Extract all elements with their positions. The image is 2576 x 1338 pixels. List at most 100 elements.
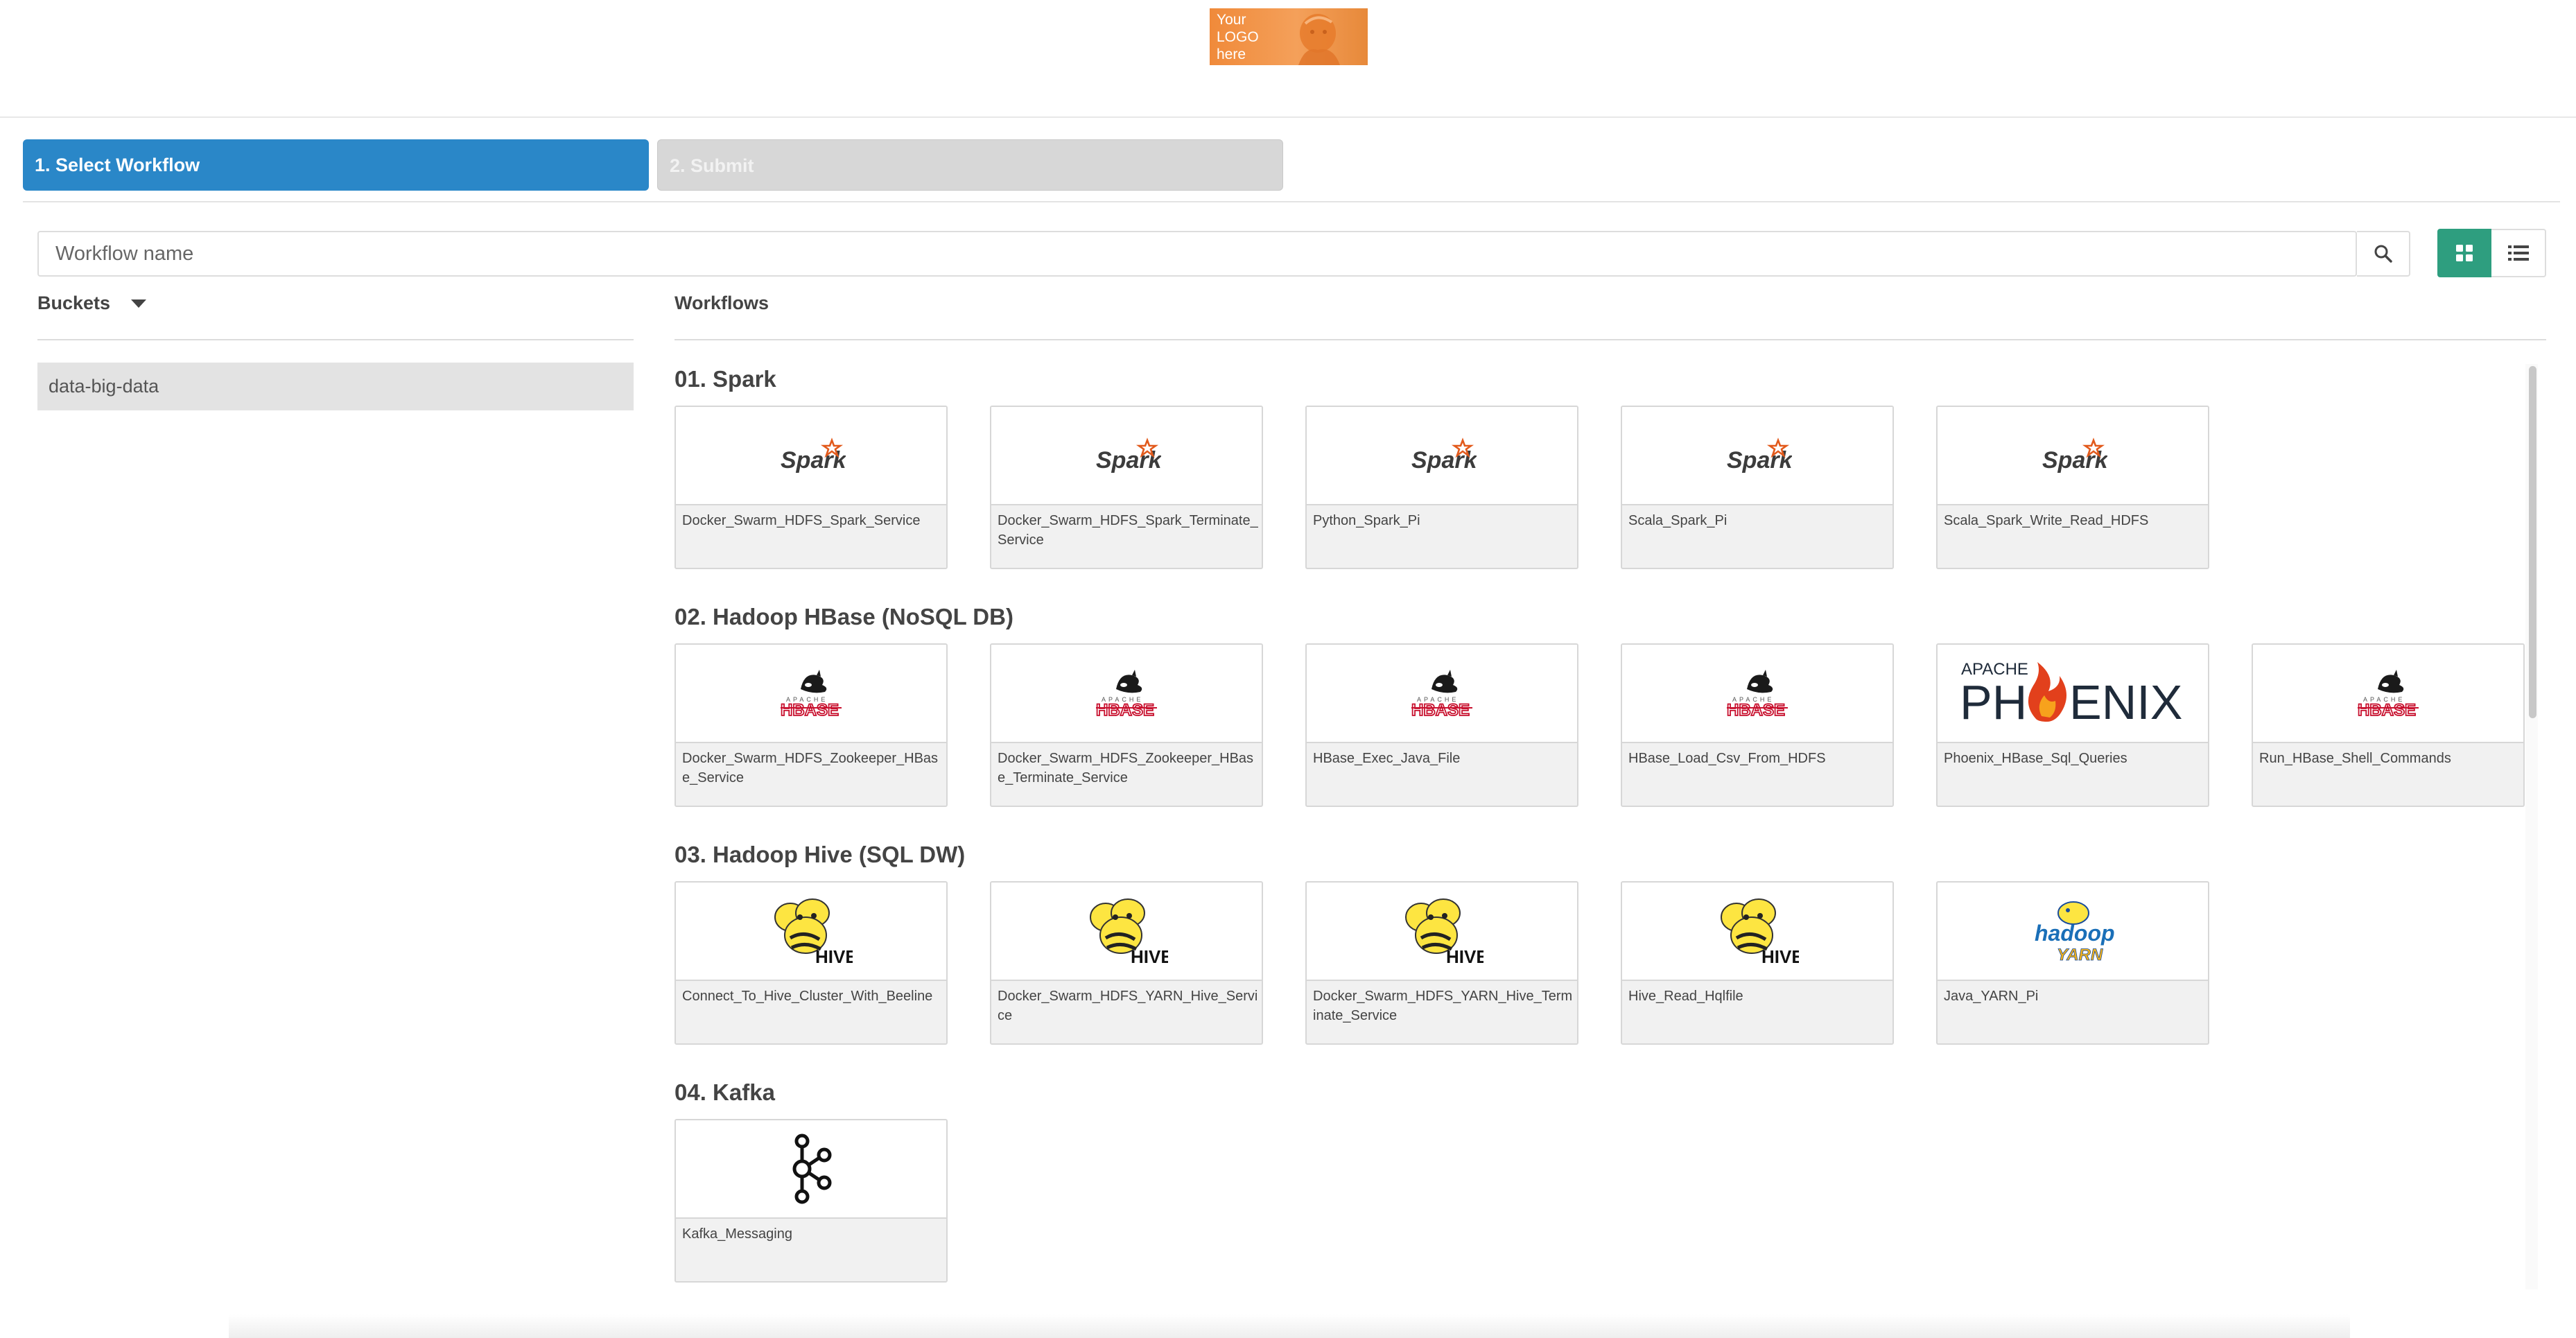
workflow-card-label: Scala_Spark_Write_Read_HDFS bbox=[1944, 513, 2149, 528]
workflow-thumbnail: Spark bbox=[1307, 407, 1577, 505]
workflow-thumbnail: APACHE HBASE bbox=[991, 645, 1262, 743]
category-title: 02. Hadoop HBase (NoSQL DB) bbox=[675, 604, 1013, 629]
workflow-thumbnail: APACHE HBASE bbox=[1622, 645, 1892, 743]
workflow-thumbnail bbox=[676, 1120, 946, 1219]
phoenix-logo-icon: APACHE PH ENIX bbox=[1944, 655, 2201, 731]
hbase-logo-icon: APACHE HBASE bbox=[1407, 668, 1477, 718]
hive-logo-icon: HIVE bbox=[769, 896, 853, 966]
hive-logo-icon: HIVE bbox=[1716, 896, 1799, 966]
workflow-card[interactable]: APACHE PH ENIX Phoenix_HBase_Sql_Queries bbox=[1936, 643, 2209, 807]
hbase-logo-icon: APACHE HBASE bbox=[776, 668, 846, 718]
hbase-logo-icon: APACHE HBASE bbox=[1092, 668, 1161, 718]
grid-view-button[interactable] bbox=[2437, 229, 2491, 277]
workflow-card-label: Hive_Read_Hqlfile bbox=[1628, 989, 1743, 1004]
workflow-card[interactable]: APACHE HBASE HBase_Exec_Java_File bbox=[1305, 643, 1578, 807]
svg-text:HBASE: HBASE bbox=[1096, 701, 1154, 718]
step-select-workflow[interactable]: 1. Select Workflow bbox=[23, 139, 649, 191]
svg-text:HBASE: HBASE bbox=[1727, 701, 1785, 718]
workflow-card[interactable]: Spark Scala_Spark_Pi bbox=[1621, 406, 1894, 569]
svg-text:HBASE: HBASE bbox=[2358, 701, 2416, 718]
header-divider bbox=[0, 116, 2576, 118]
workflow-card[interactable]: hadoop YARN Java_YARN_Pi bbox=[1936, 881, 2209, 1045]
workflow-card[interactable]: APACHE HBASE Docker_Swarm_HDFS_Zookeeper… bbox=[990, 643, 1263, 807]
category-title: 03. Hadoop Hive (SQL DW) bbox=[675, 842, 966, 867]
hadoop-yarn-logo-icon: hadoop YARN bbox=[2028, 896, 2118, 966]
workflow-card[interactable]: APACHE HBASE HBase_Load_Csv_From_HDFS bbox=[1621, 643, 1894, 807]
spark-logo-icon: Spark bbox=[776, 437, 846, 473]
buckets-dropdown[interactable]: Buckets bbox=[37, 293, 147, 314]
search-button[interactable] bbox=[2357, 231, 2410, 277]
workflow-card[interactable]: Kafka_Messaging bbox=[675, 1119, 948, 1283]
workflow-card[interactable]: HIVE Hive_Read_Hqlfile bbox=[1621, 881, 1894, 1045]
workflow-card[interactable]: Spark Python_Spark_Pi bbox=[1305, 406, 1578, 569]
svg-text:ENIX: ENIX bbox=[2069, 675, 2182, 729]
svg-text:HIVE: HIVE bbox=[1446, 946, 1483, 966]
workflow-card-label: Scala_Spark_Pi bbox=[1628, 513, 1728, 528]
list-view-button[interactable] bbox=[2491, 229, 2546, 277]
workflow-thumbnail: APACHE HBASE bbox=[1307, 645, 1577, 743]
svg-text:hadoop: hadoop bbox=[2035, 921, 2115, 946]
workflow-card-label: Java_YARN_Pi bbox=[1944, 989, 2039, 1004]
workflow-card[interactable]: HIVE Docker_Swarm_HDFS_YARN_Hive_Service bbox=[990, 881, 1263, 1045]
caret-down-icon bbox=[131, 299, 147, 308]
spark-logo-icon: Spark bbox=[1407, 437, 1477, 473]
workflow-card-label: Docker_Swarm_HDFS_YARN_Hive_Service bbox=[998, 989, 1258, 1023]
list-view-icon bbox=[2507, 245, 2529, 261]
spark-logo-icon: Spark bbox=[1723, 437, 1792, 473]
workflow-card[interactable]: APACHE HBASE Docker_Swarm_HDFS_Zookeeper… bbox=[675, 643, 948, 807]
buckets-title: Buckets bbox=[37, 293, 111, 313]
workflows-scrollbar-thumb[interactable] bbox=[2529, 366, 2536, 718]
svg-text:YARN: YARN bbox=[2057, 946, 2103, 964]
spark-logo-icon: Spark bbox=[2038, 437, 2107, 473]
workflow-thumbnail: Spark bbox=[1938, 407, 2208, 505]
search-icon bbox=[2374, 245, 2392, 263]
workflow-card[interactable]: Spark Scala_Spark_Write_Read_HDFS bbox=[1936, 406, 2209, 569]
workflow-card-label: Python_Spark_Pi bbox=[1313, 513, 1420, 528]
workflow-card-label: Docker_Swarm_HDFS_Zookeeper_HBase_Termin… bbox=[998, 751, 1254, 785]
workflow-search-input[interactable] bbox=[37, 231, 2357, 277]
steps-divider bbox=[23, 201, 2560, 202]
hbase-logo-icon: APACHE HBASE bbox=[2353, 668, 2423, 718]
buckets-divider bbox=[37, 339, 634, 340]
workflow-thumbnail: HIVE bbox=[1622, 883, 1892, 981]
workflow-card-label: Docker_Swarm_HDFS_Spark_Terminate_Servic… bbox=[998, 513, 1258, 548]
workflow-thumbnail: HIVE bbox=[676, 883, 946, 981]
svg-text:PH: PH bbox=[1960, 675, 2027, 729]
workflow-thumbnail: Spark bbox=[991, 407, 1262, 505]
workflow-card-label: Docker_Swarm_HDFS_YARN_Hive_Terminate_Se… bbox=[1313, 989, 1573, 1023]
workflow-thumbnail: Spark bbox=[1622, 407, 1892, 505]
kafka-logo-icon bbox=[787, 1133, 835, 1205]
spark-logo-icon: Spark bbox=[1092, 437, 1161, 473]
workflow-card-label: Kafka_Messaging bbox=[682, 1226, 792, 1242]
bottom-panel-shadow bbox=[229, 1314, 2350, 1338]
company-logo: Your LOGO here bbox=[1210, 8, 1368, 65]
hbase-logo-icon: APACHE HBASE bbox=[1723, 668, 1792, 718]
logo-text: Your LOGO here bbox=[1217, 12, 1259, 62]
workflow-card-label: Connect_To_Hive_Cluster_With_Beeline bbox=[682, 989, 933, 1004]
svg-text:HIVE: HIVE bbox=[815, 946, 853, 966]
workflow-thumbnail: Spark bbox=[676, 407, 946, 505]
workflow-thumbnail: APACHE PH ENIX bbox=[1938, 645, 2208, 743]
workflow-thumbnail: APACHE HBASE bbox=[676, 645, 946, 743]
hive-logo-icon: HIVE bbox=[1400, 896, 1483, 966]
category-title: 01. Spark bbox=[675, 366, 776, 392]
workflow-card-label: Docker_Swarm_HDFS_Spark_Service bbox=[682, 513, 921, 528]
svg-text:HIVE: HIVE bbox=[1131, 946, 1168, 966]
workflow-card[interactable]: Spark Docker_Swarm_HDFS_Spark_Terminate_… bbox=[990, 406, 1263, 569]
category-title: 04. Kafka bbox=[675, 1079, 775, 1105]
logo-portrait-image bbox=[1298, 14, 1340, 65]
svg-text:HBASE: HBASE bbox=[1411, 701, 1470, 718]
workflow-card[interactable]: Spark Docker_Swarm_HDFS_Spark_Service bbox=[675, 406, 948, 569]
workflow-card[interactable]: HIVE Docker_Swarm_HDFS_YARN_Hive_Termina… bbox=[1305, 881, 1578, 1045]
workflows-divider bbox=[675, 339, 2546, 340]
workflow-thumbnail: HIVE bbox=[1307, 883, 1577, 981]
step-submit[interactable]: 2. Submit bbox=[657, 139, 1283, 191]
bucket-item-data-big-data[interactable]: data-big-data bbox=[37, 363, 634, 410]
workflow-card[interactable]: APACHE HBASE Run_HBase_Shell_Commands bbox=[2252, 643, 2525, 807]
workflow-card-label: Run_HBase_Shell_Commands bbox=[2259, 751, 2451, 766]
workflow-card-label: Phoenix_HBase_Sql_Queries bbox=[1944, 751, 2127, 766]
workflow-thumbnail: APACHE HBASE bbox=[2253, 645, 2523, 743]
workflow-thumbnail: hadoop YARN bbox=[1938, 883, 2208, 981]
workflow-card-label: HBase_Load_Csv_From_HDFS bbox=[1628, 751, 1826, 766]
workflow-card[interactable]: HIVE Connect_To_Hive_Cluster_With_Beelin… bbox=[675, 881, 948, 1045]
